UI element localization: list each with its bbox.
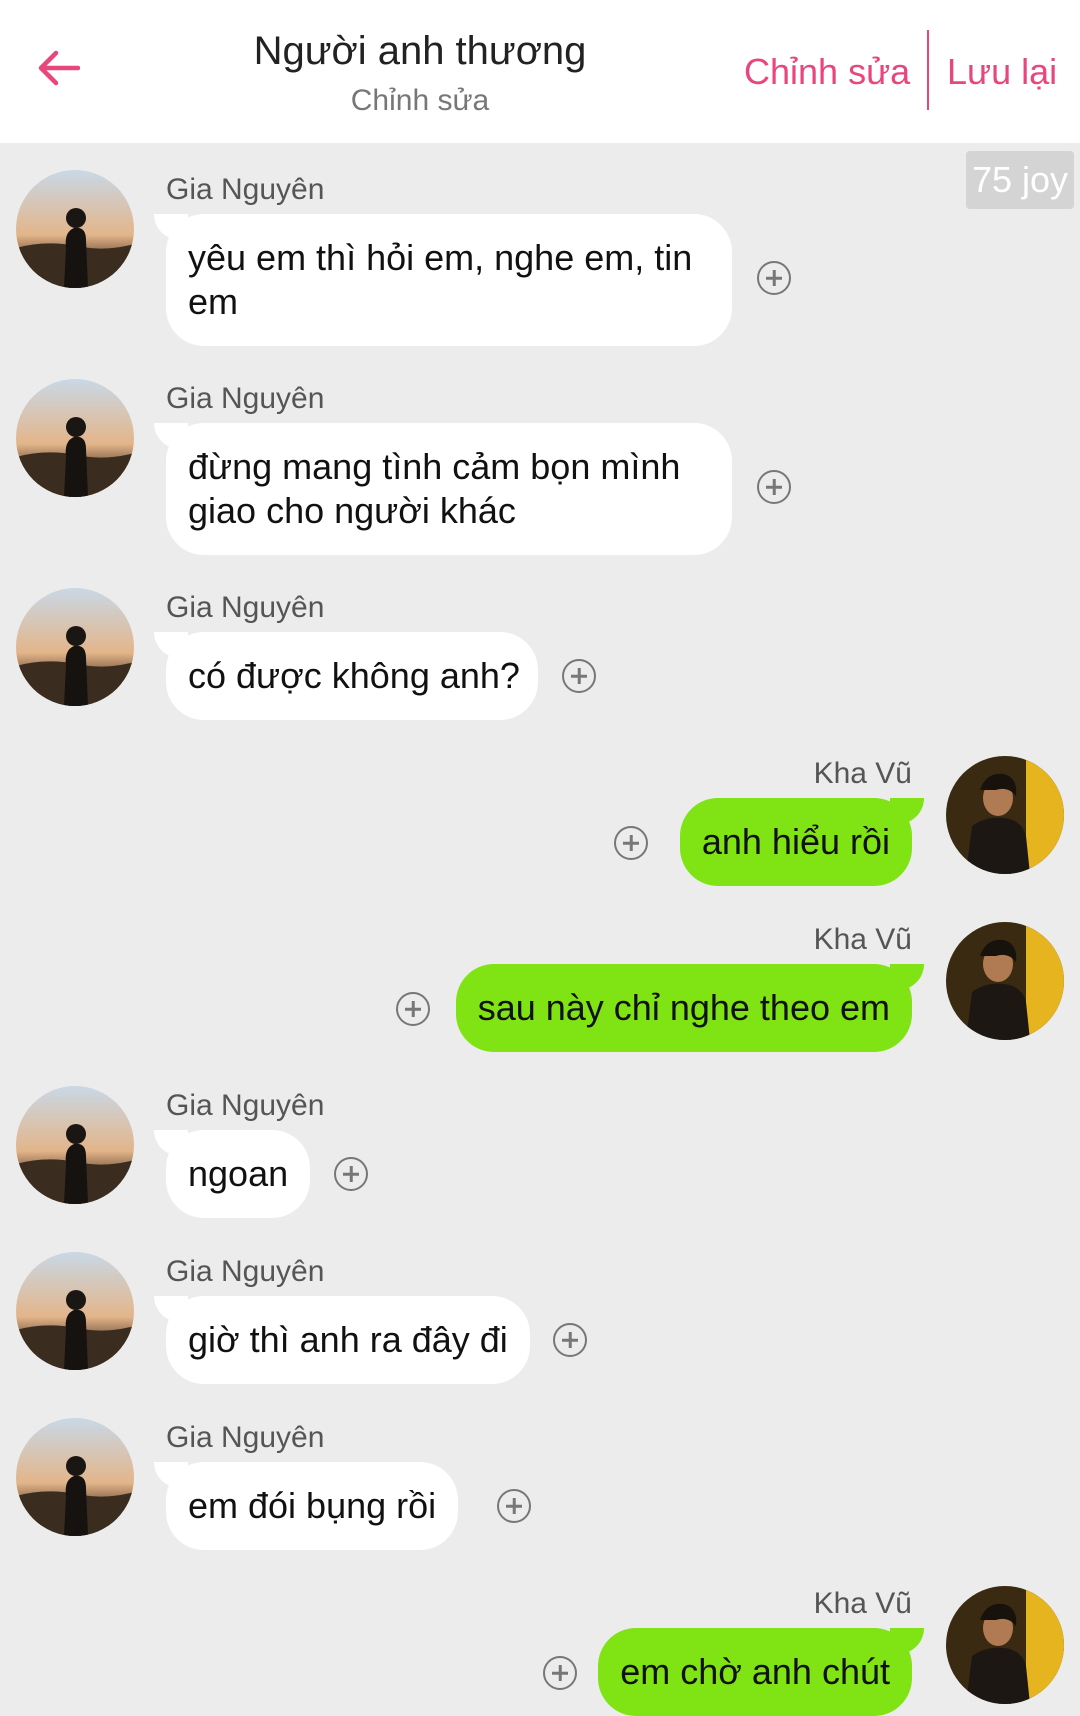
message-bubble[interactable]: em chờ anh chút (598, 1628, 924, 1716)
message-text: đừng mang tình cảm bọn mình giao cho ngư… (188, 446, 681, 531)
page-title: Người anh thương (253, 29, 587, 73)
message-text: em đói bụng rồi (188, 1485, 437, 1526)
message-text: ngoan (188, 1153, 289, 1194)
message-bubble[interactable]: đừng mang tình cảm bọn mình giao cho ngư… (154, 423, 732, 555)
back-button[interactable] (28, 38, 88, 98)
avatar-kha-vu[interactable] (946, 756, 1064, 874)
message-bubble[interactable]: sau này chỉ nghe theo em (455, 964, 925, 1052)
add-reaction-icon[interactable] (553, 1323, 587, 1357)
message-text: yêu em thì hỏi em, nghe em, tin em (188, 237, 693, 322)
message-bubble[interactable]: giờ thì anh ra đây đi (154, 1296, 530, 1384)
add-reaction-icon[interactable] (543, 1656, 577, 1690)
message-bubble[interactable]: yêu em thì hỏi em, nghe em, tin em (154, 214, 732, 346)
edit-button[interactable]: Chỉnh sửa (744, 46, 910, 98)
sender-name: Gia Nguyên (166, 591, 325, 624)
avatar-gia-nguyen[interactable] (16, 588, 134, 706)
message-bubble[interactable]: em đói bụng rồi (153, 1462, 459, 1550)
sender-name: Kha Vũ (813, 1587, 912, 1620)
avatar-kha-vu[interactable] (946, 1586, 1064, 1704)
sender-name: Kha Vũ (813, 923, 912, 956)
sender-name: Kha Vũ (813, 757, 912, 790)
avatar-gia-nguyen[interactable] (16, 1086, 134, 1204)
sender-name: Gia Nguyên (166, 173, 325, 206)
top-bar: Người anh thương Chỉnh sửa Chỉnh sửa Lưu… (0, 0, 1080, 143)
joy-badge: 75 joy (966, 151, 1074, 209)
message-bubble[interactable]: anh hiểu rồi (679, 798, 925, 886)
message-bubble[interactable]: ngoan (153, 1130, 311, 1218)
add-reaction-icon[interactable] (562, 659, 596, 693)
message-text: sau này chỉ nghe theo em (477, 987, 890, 1028)
back-arrow-icon (38, 50, 80, 86)
avatar-gia-nguyen[interactable] (16, 170, 134, 288)
add-reaction-icon[interactable] (334, 1157, 368, 1191)
add-reaction-icon[interactable] (614, 826, 648, 860)
add-reaction-icon[interactable] (757, 261, 791, 295)
message-bubble[interactable]: có được không anh? (154, 632, 538, 720)
add-reaction-icon[interactable] (396, 992, 430, 1026)
add-reaction-icon[interactable] (757, 470, 791, 504)
header-divider (927, 30, 929, 110)
avatar-kha-vu[interactable] (946, 922, 1064, 1040)
sender-name: Gia Nguyên (166, 1421, 325, 1454)
avatar-gia-nguyen[interactable] (16, 1252, 134, 1370)
avatar-gia-nguyen[interactable] (16, 379, 134, 497)
message-text: anh hiểu rồi (701, 821, 890, 862)
sender-name: Gia Nguyên (166, 1255, 325, 1288)
save-button[interactable]: Lưu lại (947, 46, 1057, 98)
avatar-gia-nguyen[interactable] (16, 1418, 134, 1536)
sender-name: Gia Nguyên (166, 1089, 325, 1122)
add-reaction-icon[interactable] (497, 1489, 531, 1523)
message-text: có được không anh? (188, 655, 520, 696)
message-text: em chờ anh chút (620, 1651, 890, 1692)
message-text: giờ thì anh ra đây đi (188, 1319, 508, 1360)
page-subtitle: Chỉnh sửa (350, 84, 490, 117)
title-block: Người anh thương Chỉnh sửa (200, 20, 640, 120)
sender-name: Gia Nguyên (166, 382, 325, 415)
